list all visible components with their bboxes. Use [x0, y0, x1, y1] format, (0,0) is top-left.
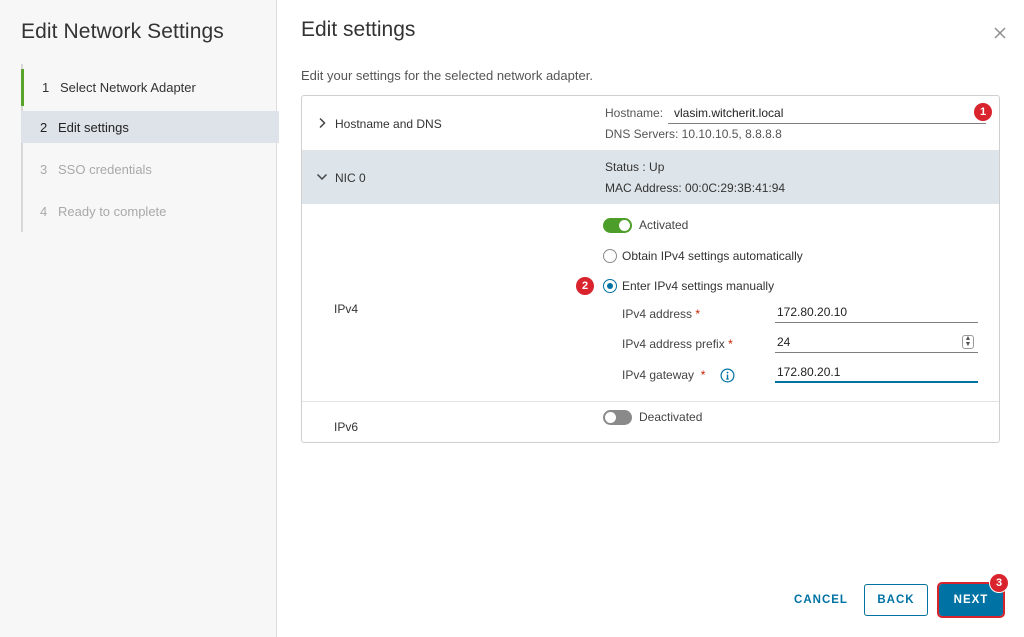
settings-card: Hostname and DNS Hostname: vlasim.witche… [301, 95, 1000, 443]
chevron-right-icon[interactable] [316, 117, 328, 129]
step-label: Edit settings [58, 119, 129, 135]
ipv4-address-input[interactable]: 172.80.20.10 [775, 301, 978, 323]
info-icon[interactable] [720, 368, 735, 383]
page-title: Edit settings [301, 18, 416, 41]
page-subtitle: Edit your settings for the selected netw… [301, 68, 593, 83]
chevron-down-icon[interactable] [316, 171, 328, 183]
step-label: Select Network Adapter [60, 80, 196, 95]
step-number: 1 [42, 80, 50, 95]
annotation-badge-2: 2 [576, 277, 594, 295]
ipv6-label: IPv6 [334, 420, 359, 434]
ipv4-prefix-value: 24 [777, 335, 791, 349]
nic-section: NIC 0 Status : Up MAC Address: 00:0C:29:… [302, 151, 999, 204]
ipv4-toggle-label: Activated [639, 218, 689, 232]
back-button[interactable]: BACK [864, 584, 928, 616]
ipv4-toggle[interactable] [603, 218, 632, 233]
wizard-step-select-adapter[interactable]: 1 Select Network Adapter [21, 69, 279, 106]
wizard-step-edit-settings[interactable]: 2 Edit settings [21, 111, 279, 143]
ipv6-toggle-label: Deactivated [639, 410, 703, 424]
ipv4-address-label: IPv4 address * [622, 307, 701, 321]
step-label: SSO credentials [58, 161, 152, 177]
ipv4-gateway-input[interactable]: 172.80.20.1 [775, 361, 978, 383]
wizard-title: Edit Network Settings [21, 20, 224, 43]
ipv4-prefix-label: IPv4 address prefix * [622, 337, 733, 351]
ipv6-toggle[interactable] [603, 410, 632, 425]
wizard-step-sso-credentials: 3 SSO credentials [21, 153, 279, 185]
annotation-badge-1: 1 [974, 103, 992, 121]
hostname-label: Hostname: [605, 106, 664, 120]
nic-status: Status : Up [605, 160, 665, 174]
hostname-dns-section: Hostname and DNS Hostname: vlasim.witche… [302, 96, 999, 151]
ipv4-label: IPv4 [334, 302, 359, 316]
ipv6-section: IPv6 Deactivated [302, 402, 999, 442]
wizard-steps: 1 Select Network Adapter 2 Edit settings… [21, 64, 279, 232]
ipv4-manual-radio[interactable] [603, 279, 617, 293]
ipv4-auto-radio[interactable] [603, 249, 617, 263]
step-number: 2 [40, 119, 48, 135]
ipv4-section: IPv4 Activated Obtain IPv4 settings auto… [302, 204, 999, 402]
nic-label[interactable]: NIC 0 [335, 171, 366, 185]
nic-mac-address: MAC Address: 00:0C:29:3B:41:94 [605, 181, 786, 195]
ipv4-prefix-stepper[interactable]: 24 ▲ ▼ [775, 331, 978, 353]
step-number: 4 [40, 203, 48, 219]
step-number: 3 [40, 161, 48, 177]
hostname-dns-label[interactable]: Hostname and DNS [335, 117, 442, 131]
annotation-badge-3: 3 [990, 574, 1008, 592]
cancel-button[interactable]: CANCEL [786, 584, 856, 616]
wizard-sidebar: Edit Network Settings 1 Select Network A… [0, 0, 279, 637]
hostname-input[interactable]: vlasim.witcherit.local [668, 104, 986, 124]
stepper-arrows-icon[interactable]: ▲ ▼ [962, 335, 974, 349]
ipv4-manual-label[interactable]: Enter IPv4 settings manually [622, 279, 774, 293]
ipv4-auto-label[interactable]: Obtain IPv4 settings automatically [622, 249, 803, 263]
wizard-step-ready-to-complete: 4 Ready to complete [21, 195, 279, 227]
dns-servers: DNS Servers: 10.10.10.5, 8.8.8.8 [605, 127, 782, 141]
step-label: Ready to complete [58, 203, 167, 219]
ipv4-gateway-label: IPv4 gateway * [622, 368, 706, 382]
close-icon[interactable] [992, 25, 1008, 41]
